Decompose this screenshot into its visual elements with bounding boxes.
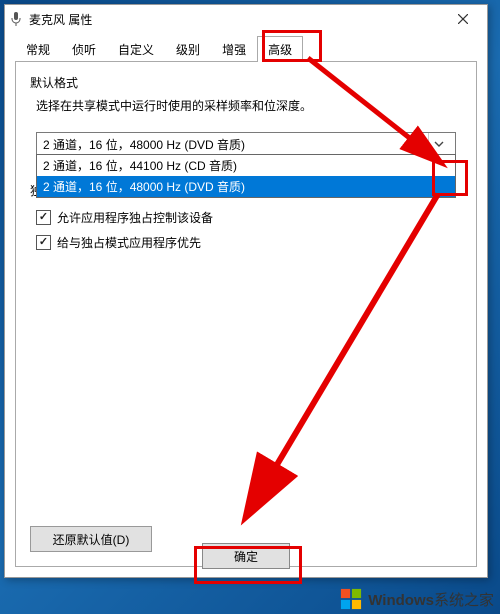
tab-custom[interactable]: 自定义 [107,36,165,62]
group-default-format-label: 默认格式 [30,74,462,91]
checkbox-allow-exclusive[interactable]: 允许应用程序独占控制该设备 [36,209,462,226]
windows-logo-icon [340,588,362,610]
sample-format-dropdown: 2 通道，16 位，44100 Hz (CD 音质) 2 通道，16 位，480… [36,154,456,198]
checkbox-exclusive-priority-label: 给与独占模式应用程序优先 [57,234,201,251]
tab-page-advanced: 默认格式 选择在共享模式中运行时使用的采样频率和位深度。 2 通道，16 位，4… [15,61,477,567]
group-default-format-desc: 选择在共享模式中运行时使用的采样频率和位深度。 [36,97,462,114]
checkbox-icon [36,210,51,225]
microphone-icon [9,12,23,26]
titlebar: 麦克风 属性 [5,5,487,33]
option-48000[interactable]: 2 通道，16 位，48000 Hz (DVD 音质) [37,176,455,197]
sample-format-select[interactable]: 2 通道，16 位，48000 Hz (DVD 音质) [36,132,456,156]
watermark-site: 系统之家 [434,592,494,609]
watermark: Windows系统之家 [340,588,494,610]
microphone-properties-dialog: 麦克风 属性 常规 侦听 自定义 级别 增强 高级 默认格式 选择在共享模式中运… [4,4,488,578]
tab-advanced[interactable]: 高级 [257,36,303,62]
tab-general[interactable]: 常规 [15,36,61,62]
tab-enhance[interactable]: 增强 [211,36,257,62]
checkbox-exclusive-priority[interactable]: 给与独占模式应用程序优先 [36,234,462,251]
sample-format-value: 2 通道，16 位，48000 Hz (DVD 音质) [43,136,428,153]
dialog-buttons: 确定 [5,543,487,569]
watermark-text: Windows系统之家 [368,589,494,610]
checkbox-allow-exclusive-label: 允许应用程序独占控制该设备 [57,209,213,226]
chevron-down-icon[interactable] [428,133,449,155]
close-button[interactable] [443,5,483,33]
option-44100[interactable]: 2 通道，16 位，44100 Hz (CD 音质) [37,155,455,176]
watermark-brand: Windows [368,592,434,609]
tab-listen[interactable]: 侦听 [61,36,107,62]
window-title: 麦克风 属性 [29,11,443,28]
tab-bar: 常规 侦听 自定义 级别 增强 高级 [5,35,487,61]
tab-levels[interactable]: 级别 [165,36,211,62]
checkbox-icon [36,235,51,250]
ok-button[interactable]: 确定 [202,543,290,569]
